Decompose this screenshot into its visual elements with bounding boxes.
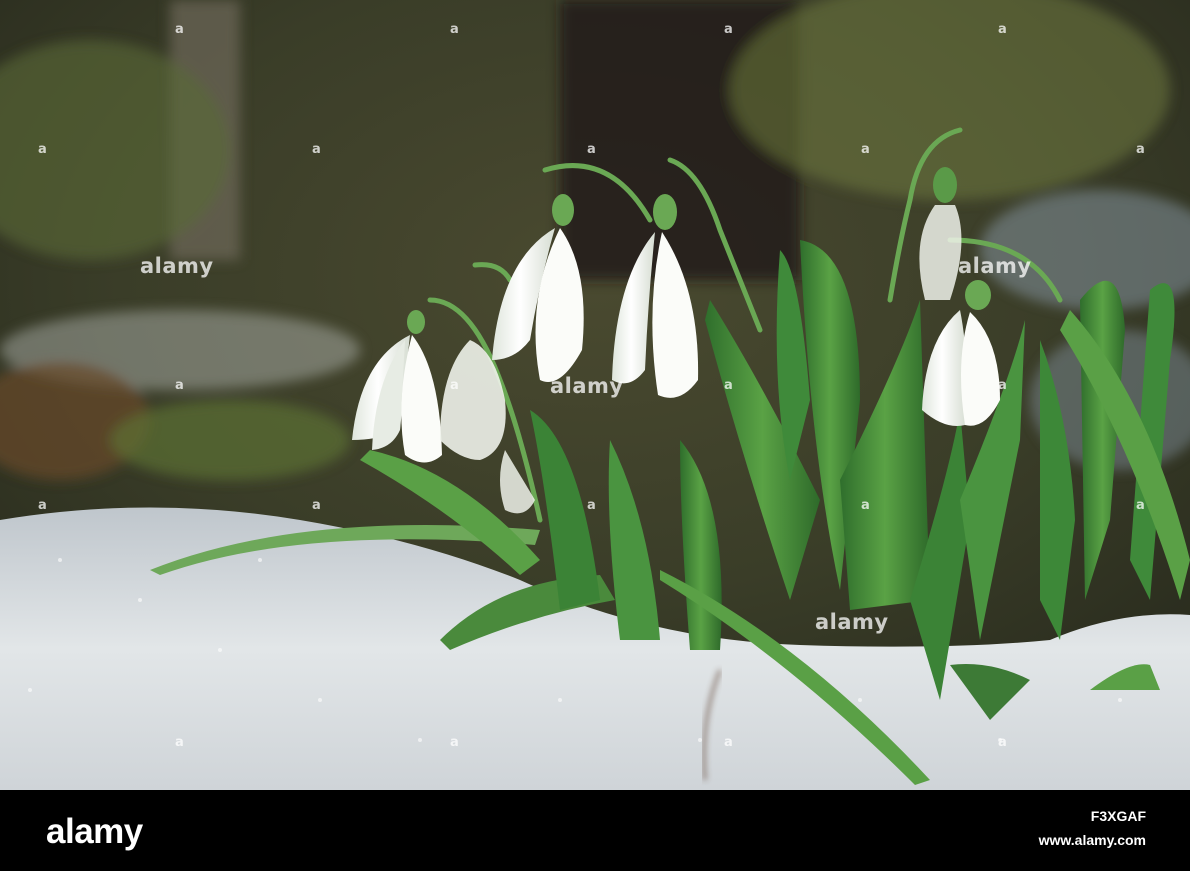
- image-id: F3XGAF: [1090, 808, 1146, 824]
- footer-bar: alamy F3XGAF www.alamy.com: [0, 790, 1190, 871]
- site-url[interactable]: www.alamy.com: [1039, 832, 1146, 848]
- snowdrop-scene: [0, 0, 1190, 790]
- brand-logo: alamy: [46, 812, 143, 851]
- photo: a a a a a a a a a a a a a a a a a a a a …: [0, 0, 1190, 790]
